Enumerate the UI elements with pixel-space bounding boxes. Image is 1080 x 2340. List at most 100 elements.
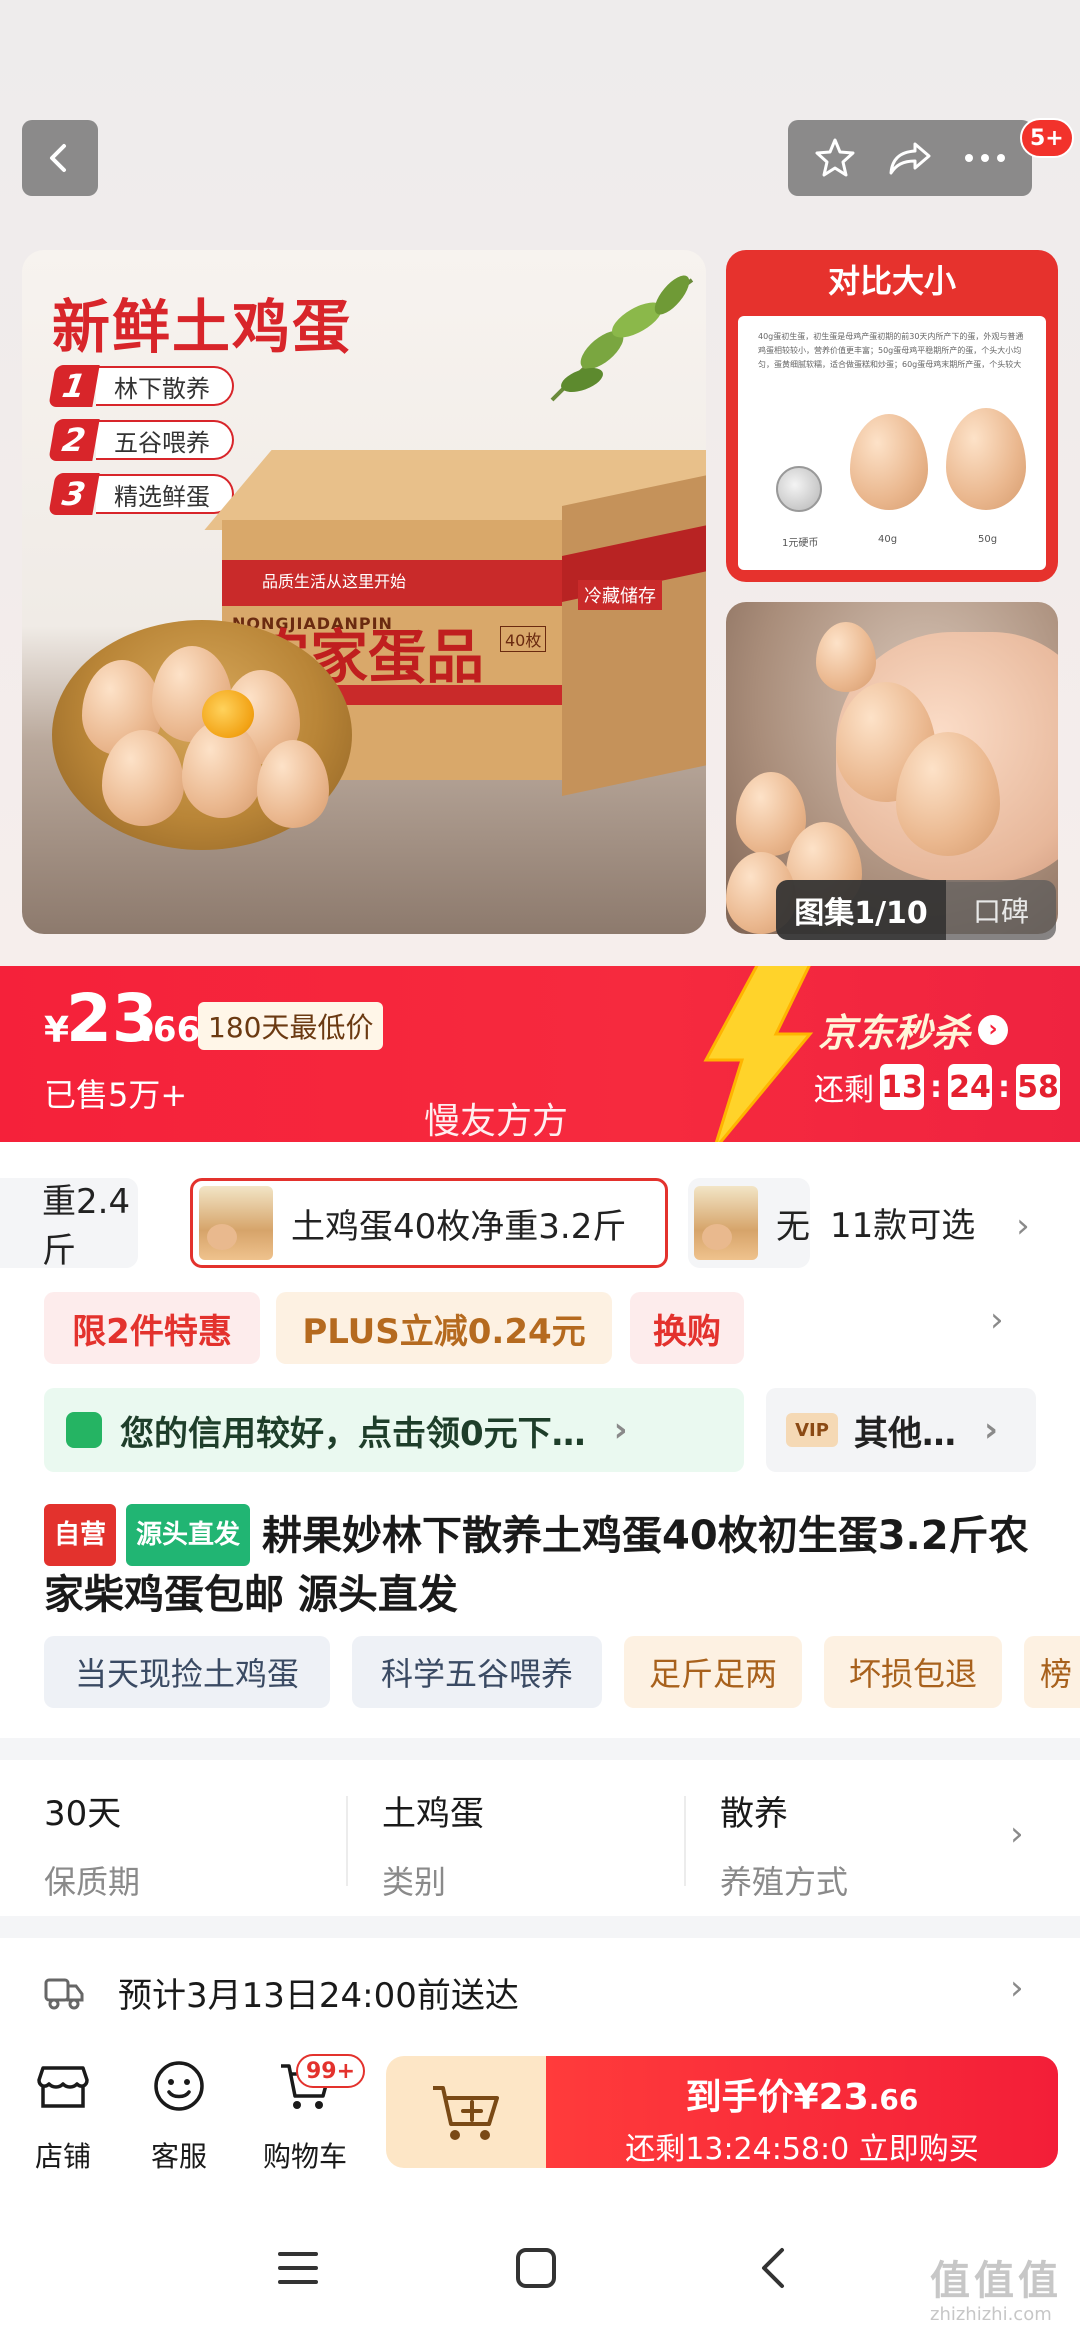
feature-chip-ranking[interactable]: 榜 [1024,1636,1080,1708]
spec-key: 养殖方式 [720,1863,849,1901]
delivery-estimate: 预计3月13日24:00前送达 [118,1976,519,2016]
more-variants-link[interactable]: 11款可选 › [830,1198,1030,1247]
feature-text: 五谷喂养 [96,420,234,460]
variant-label: 无 [776,1206,810,1247]
product-title-block: 自营 源头直发 耕果妙林下散养土鸡蛋40枚初生蛋3.2斤农家柴鸡蛋包邮 源头直发 [44,1504,1044,1624]
final-price-prefix: 到手价¥ [685,2077,819,2118]
store-button[interactable]: 店铺 [18,2058,108,2175]
egg-yolk [202,690,254,738]
variant-label: 重2.4斤 [42,1182,131,1271]
reviews-tab[interactable]: 口碑 [946,890,1056,930]
user-watermark: 慢友方方 [424,1101,569,1142]
egg-50g [946,408,1026,510]
final-price-integer: 23 [818,2077,869,2118]
final-price-line: 到手价¥23.66 [546,2068,1058,2120]
buy-now-label: 还剩13:24:58:0 立即购买 [625,2132,979,2167]
site-watermark-url: zhizhizhi.com [930,2304,1052,2325]
spec-value: 散养 [720,1794,788,1834]
feature-text: 精选鲜蛋 [96,474,234,514]
chevron-right-icon: › [1010,1814,1024,1854]
cart-label: 购物车 [262,2140,347,2173]
chevron-right-icon: › [1010,1968,1024,2008]
credit-shield-icon [66,1412,102,1448]
top-actions [788,120,1032,196]
promo-tag-plus[interactable]: PLUS立减0.24元 [276,1292,612,1364]
compare-paragraph: 40g蛋初生蛋，初生蛋是母鸡产蛋初期的前30天内所产下的蛋，外观与普通鸡蛋相较较… [758,332,1024,369]
feature-number: 2 [48,419,100,461]
share-button[interactable] [880,128,940,188]
feature-number: 3 [48,473,100,515]
system-back-icon[interactable] [756,2246,792,2290]
product-detail-page: 5+ 新鲜土鸡蛋 1 林下散养 2 五谷喂养 3 精选鲜蛋 品质生活从这里开始 … [0,0,1080,2340]
promo-tag-exchange[interactable]: 换购 [630,1292,744,1364]
feature-chip[interactable]: 科学五谷喂养 [352,1636,602,1708]
vip-offer-banner[interactable]: VIP 其他… › [766,1388,1036,1472]
feature-2: 2 五谷喂养 [48,419,234,461]
variant-option-selected[interactable]: 土鸡蛋40枚净重3.2斤 [190,1178,668,1268]
egg-40g [850,414,928,510]
source-direct-badge: 源头直发 [126,1504,251,1566]
compare-label: 1元硬币 [782,538,819,549]
vip-icon: VIP [786,1413,838,1447]
recent-apps-icon[interactable] [276,2248,320,2288]
feature-chip[interactable]: 坏损包退 [824,1636,1002,1708]
truck-icon [44,1978,84,2010]
spec-divider [346,1796,348,1886]
egg [816,622,876,692]
section-divider [0,1916,1080,1938]
customer-service-button[interactable]: 客服 [134,2058,224,2175]
variant-thumbnail [199,1186,273,1260]
spec-item: 30天 保质期 [44,1786,140,1903]
feature-number: 1 [48,365,100,407]
gallery-counter-tab[interactable]: 图集1/10 [776,880,946,940]
store-label: 店铺 [34,2140,91,2173]
back-button[interactable] [22,120,98,196]
more-button[interactable] [955,128,1015,188]
cart-count-badge: 99+ [296,2054,366,2088]
add-to-cart-button[interactable] [386,2056,546,2168]
feature-3: 3 精选鲜蛋 [48,473,234,515]
chevron-right-icon: › [978,1014,1009,1045]
jd-flash-sale-link[interactable]: 京东秒杀 › [818,1002,1009,1057]
box-side-label: 冷藏储存 [578,580,662,610]
spec-item: 土鸡蛋 类别 [382,1786,484,1903]
countdown-label: 还剩 [814,1073,874,1108]
price-decimal: .66 [140,1010,201,1050]
feature-chip[interactable]: 足斤足两 [624,1636,802,1708]
spec-value: 30天 [44,1794,122,1834]
credit-offer-banner[interactable]: 您的信用较好，点击领0元下… › [44,1388,744,1472]
spec-divider [684,1796,686,1886]
variant-option[interactable]: 重2.4斤 [0,1178,138,1271]
spec-key: 保质期 [44,1863,141,1901]
buy-now-button[interactable]: 到手价¥23.66 还剩13:24:58:0 立即购买 [546,2056,1058,2168]
spec-summary[interactable]: 30天 保质期 土鸡蛋 类别 散养 养殖方式 › [0,1762,1080,1916]
share-icon [889,142,931,175]
flash-sale-price-banner: ¥ 23 .66 180天最低价 已售5万+ 慢友方方 京东秒杀 › 还剩 13… [0,966,1080,1142]
leaves-decoration [550,275,694,402]
variant-option[interactable]: 无 [688,1178,810,1268]
system-navigation-bar [0,2186,1080,2340]
compare-title: 对比大小 [827,262,956,300]
box-count: 40枚 [500,626,547,652]
countdown-minutes: 24 [948,1064,992,1110]
vip-offer-text: 其他… [854,1413,956,1454]
more-variants-label: 11款可选 [830,1206,976,1246]
chevron-right-icon: › [613,1410,628,1450]
compare-label: 40g [878,534,898,545]
back-icon [50,144,66,172]
feature-chip[interactable]: 当天现捡土鸡蛋 [44,1636,330,1708]
home-icon[interactable] [514,2246,558,2290]
image-gallery: 5+ 新鲜土鸡蛋 1 林下散养 2 五谷喂养 3 精选鲜蛋 品质生活从这里开始 … [0,0,1080,968]
feature-text: 林下散养 [96,366,234,406]
feature-1: 1 林下散养 [48,365,234,407]
gallery-tabs: 图集1/10 口碑 [776,880,1056,940]
main-product-image[interactable]: 新鲜土鸡蛋 1 林下散养 2 五谷喂养 3 精选鲜蛋 品质生活从这里开始 NON… [22,250,706,934]
final-price-decimal: .66 [868,2083,919,2116]
compare-size-image[interactable]: 对比大小 40g蛋初生蛋，初生蛋是母鸡产蛋初期的前30天内所产下的蛋，外观与普通… [726,250,1058,582]
promo-tag-limited[interactable]: 限2件特惠 [44,1292,260,1364]
delivery-info[interactable]: 预计3月13日24:00前送达 › [0,1940,1080,2050]
favorite-button[interactable] [805,128,865,188]
variant-thumbnail [694,1186,758,1260]
lowest-price-tag: 180天最低价 [198,1002,384,1050]
promotions-chevron-icon[interactable]: › [990,1300,1004,1340]
